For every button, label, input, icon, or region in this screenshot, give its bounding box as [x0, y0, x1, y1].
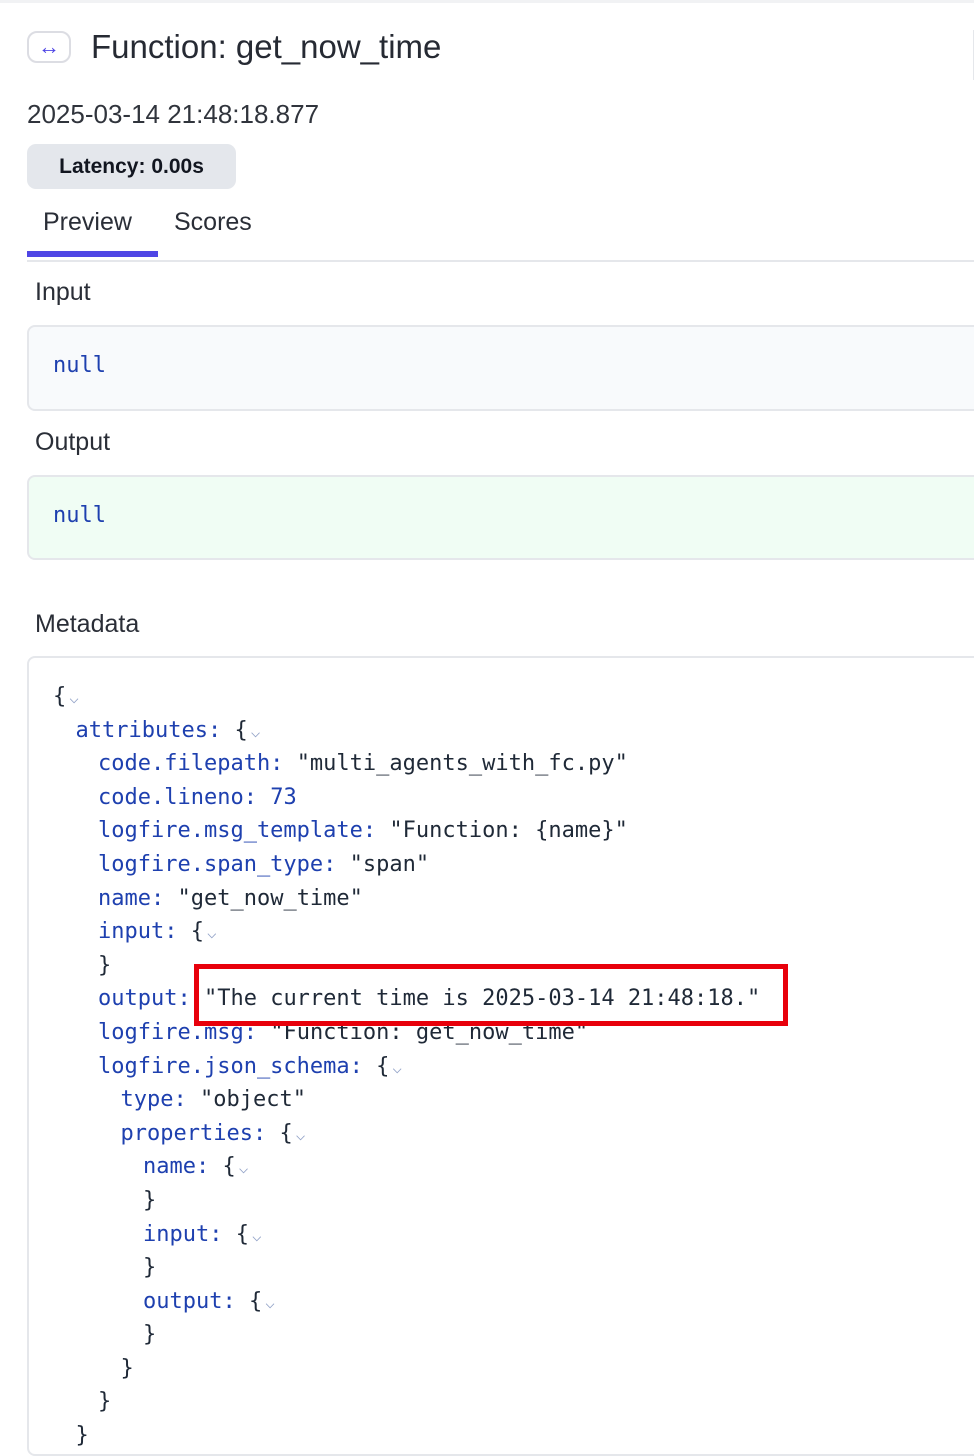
chevron-down-icon[interactable]: ⌵ — [296, 1125, 306, 1144]
chevron-down-icon[interactable]: ⌵ — [392, 1058, 402, 1077]
json-line: type: "object" — [53, 1083, 760, 1117]
metadata-panel: {⌵ attributes: {⌵ code.filepath: "multi_ag… — [27, 656, 974, 1456]
json-open-brace: { — [234, 717, 248, 743]
top-divider — [0, 0, 974, 3]
json-value: "span" — [349, 851, 430, 877]
json-line: {⌵ — [53, 680, 760, 714]
json-value: "object" — [199, 1087, 306, 1113]
json-key: attributes: — [75, 717, 222, 743]
span-header: ↔ Function: get_now_time — [27, 28, 441, 66]
json-key: input: — [143, 1221, 223, 1247]
arrows-horizontal-icon: ↔ — [27, 31, 71, 63]
span-timestamp: 2025-03-14 21:48:18.877 — [27, 99, 320, 129]
latency-badge: Latency: 0.00s — [27, 144, 236, 189]
json-close-brace: } — [120, 1355, 134, 1381]
json-key: code.filepath: — [98, 751, 284, 777]
output-value: null — [53, 503, 106, 528]
chevron-down-icon[interactable]: ⌵ — [252, 1226, 262, 1245]
json-close-brace: } — [98, 1389, 112, 1415]
json-line: logfire.span_type: "span" — [53, 848, 760, 882]
active-tab-indicator — [27, 251, 158, 257]
input-label: Input — [35, 278, 91, 306]
json-key: output: — [143, 1288, 236, 1314]
json-line: name: {⌵ — [53, 1150, 760, 1184]
json-line: } — [53, 1251, 760, 1285]
json-key: input: — [98, 919, 178, 945]
chevron-down-icon[interactable]: ⌵ — [207, 923, 217, 942]
json-key: code.lineno: — [98, 784, 257, 810]
json-line: code.lineno: 73 — [53, 781, 760, 815]
highlight-annotation-box — [194, 964, 788, 1026]
tab-preview[interactable]: Preview — [43, 208, 132, 237]
chevron-down-icon[interactable]: ⌵ — [239, 1158, 249, 1177]
json-open-brace: { — [222, 1154, 236, 1180]
json-line: } — [53, 1318, 760, 1352]
json-line: name: "get_now_time" — [53, 882, 760, 916]
input-panel: null — [27, 325, 974, 411]
chevron-down-icon[interactable]: ⌵ — [251, 722, 261, 741]
input-value: null — [53, 353, 106, 378]
json-line: properties: {⌵ — [53, 1117, 760, 1151]
json-value: "Function: {name}" — [389, 818, 628, 844]
tab-bar: Preview Scores — [27, 196, 974, 262]
json-open-brace: { — [235, 1221, 249, 1247]
json-value: "multi_agents_with_fc.py" — [296, 751, 628, 777]
page-title: Function: get_now_time — [91, 28, 442, 65]
json-key: logfire.msg_template: — [98, 818, 377, 844]
json-line: attributes: {⌵ — [53, 714, 760, 748]
json-open-brace: { — [376, 1053, 390, 1079]
json-key: logfire.json_schema: — [98, 1053, 363, 1079]
metadata-json-tree: {⌵ attributes: {⌵ code.filepath: "multi_ag… — [53, 680, 760, 1453]
json-line: } — [53, 1419, 760, 1453]
json-key: type: — [120, 1087, 187, 1113]
json-key: name: — [98, 885, 165, 911]
chevron-down-icon[interactable]: ⌵ — [265, 1293, 275, 1312]
json-key: output: — [98, 986, 191, 1012]
json-open-brace: { — [279, 1120, 293, 1146]
output-panel: null — [27, 475, 974, 560]
json-line: logfire.msg_template: "Function: {name}" — [53, 814, 760, 848]
json-line: code.filepath: "multi_agents_with_fc.py" — [53, 747, 760, 781]
json-open-brace: { — [248, 1288, 263, 1314]
json-line: logfire.json_schema: {⌵ — [53, 1050, 760, 1084]
json-line: input: {⌵ — [53, 1218, 760, 1252]
json-key: logfire.span_type: — [98, 851, 337, 877]
json-value: 73 — [270, 784, 297, 810]
json-line: } — [53, 1184, 760, 1218]
json-key: properties: — [120, 1120, 267, 1146]
json-value: "get_now_time" — [177, 885, 363, 911]
json-open-brace: { — [190, 919, 204, 945]
chevron-down-icon[interactable]: ⌵ — [69, 688, 79, 707]
json-close-brace: } — [143, 1187, 157, 1213]
json-line: output: {⌵ — [53, 1285, 760, 1319]
json-line: } — [53, 1352, 760, 1386]
json-close-brace: } — [143, 1255, 157, 1281]
metadata-label: Metadata — [35, 610, 140, 638]
json-key: name: — [143, 1154, 210, 1180]
json-line: } — [53, 1385, 760, 1419]
tab-scores[interactable]: Scores — [174, 208, 252, 237]
output-label: Output — [35, 428, 111, 456]
json-close-brace: } — [75, 1423, 89, 1449]
json-close-brace: } — [98, 952, 112, 978]
json-close-brace: } — [143, 1322, 157, 1348]
json-line: input: {⌵ — [53, 915, 760, 949]
json-open-brace: { — [53, 684, 67, 709]
